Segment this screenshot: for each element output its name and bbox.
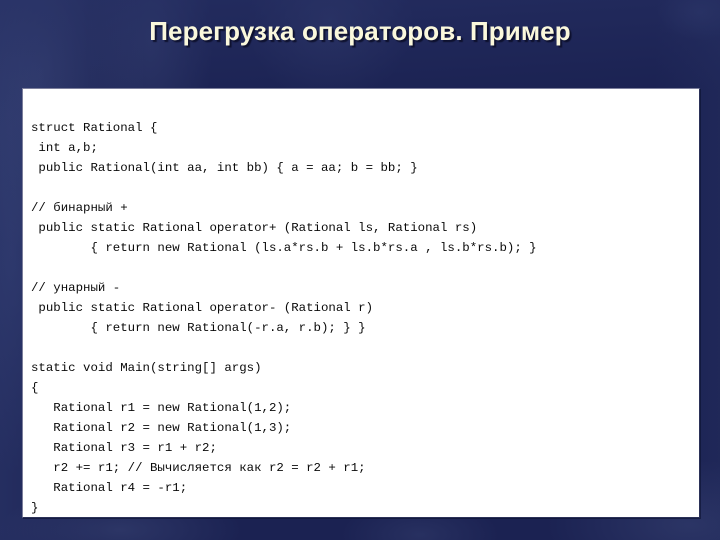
code-line: r2 += r1; // Вычисляется как r2 = r2 + r…	[31, 461, 366, 475]
code-line: Rational r2 = new Rational(1,3);	[31, 421, 292, 435]
code-line: // унарный -	[31, 281, 121, 295]
code-line: Rational r1 = new Rational(1,2);	[31, 401, 292, 415]
code-line: Rational r3 = r1 + r2;	[31, 441, 217, 455]
code-line: }	[31, 501, 39, 515]
code-line: { return new Rational(-r.a, r.b); } }	[31, 321, 366, 335]
code-block: struct Rational { int a,b; public Ration…	[23, 89, 699, 517]
code-line: int a,b;	[31, 141, 98, 155]
presentation-slide: Перегрузка операторов. Пример struct Rat…	[0, 0, 720, 540]
code-line: struct Rational {	[31, 121, 158, 135]
page-title: Перегрузка операторов. Пример	[149, 16, 571, 46]
code-line: {	[31, 381, 39, 395]
slide-title-bar: Перегрузка операторов. Пример	[0, 16, 720, 47]
code-line: { return new Rational (ls.a*rs.b + ls.b*…	[31, 241, 537, 255]
code-line: public static Rational operator+ (Ration…	[31, 221, 478, 235]
code-panel: struct Rational { int a,b; public Ration…	[22, 88, 700, 518]
code-line: public Rational(int aa, int bb) { a = aa…	[31, 161, 418, 175]
code-line: static void Main(string[] args)	[31, 361, 262, 375]
code-line: public static Rational operator- (Ration…	[31, 301, 374, 315]
code-line: Rational r4 = -r1;	[31, 481, 188, 495]
code-line: // бинарный +	[31, 201, 128, 215]
